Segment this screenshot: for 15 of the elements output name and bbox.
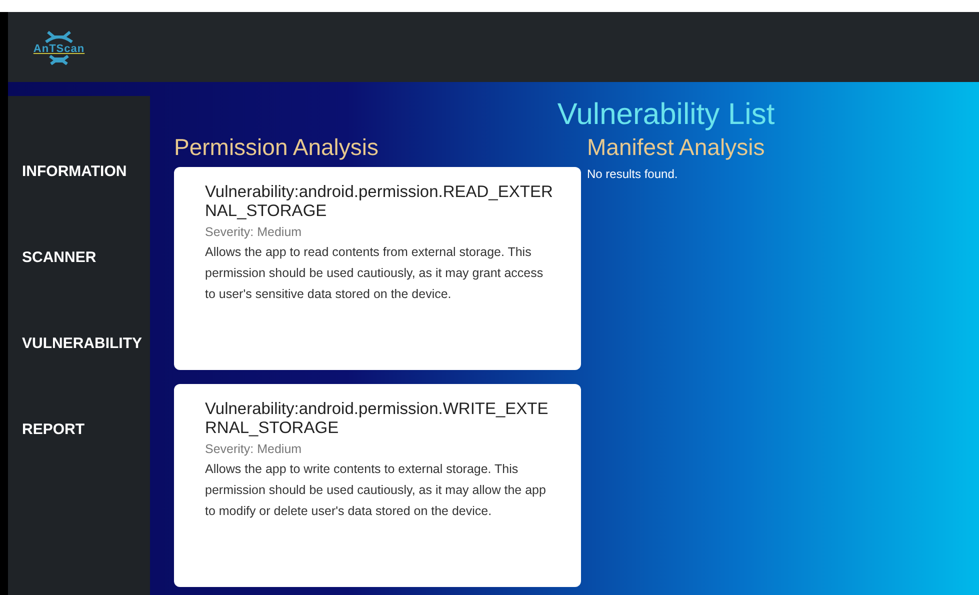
sidebar-item[interactable]: VULNERABILITY bbox=[8, 301, 142, 387]
section-heading: Manifest Analysis bbox=[587, 134, 765, 161]
section-heading: Permission Analysis bbox=[174, 134, 380, 161]
empty-message: No results found. bbox=[587, 167, 679, 181]
vulnerability-description: Allows the app to read contents from external storage. This permission should be used cautiously, as it may grant access to user's sensitive data stored on the device. bbox=[205, 244, 544, 303]
sidebar-item[interactable]: INFORMATION bbox=[8, 129, 127, 215]
severity-label: Severity: Medium bbox=[205, 442, 303, 456]
sidebar-item[interactable]: REPORT bbox=[8, 387, 85, 473]
vulnerability-description: Allows the app to write contents to external storage. This permission should be used cautiously, as it may allow the app to modify or delete user's data stored on the device. bbox=[205, 461, 547, 520]
vulnerability-name: Vulnerability:android.permission.READ_EXTERNAL_STORAGE bbox=[205, 183, 554, 221]
logo-text: AnTScan bbox=[33, 42, 85, 54]
sidebar-item[interactable]: SCANNER bbox=[8, 215, 96, 301]
vulnerability-name: Vulnerability:android.permission.WRITE_EXTERNAL_STORAGE bbox=[205, 400, 550, 438]
severity-label: Severity: Medium bbox=[205, 225, 303, 239]
page-title: Vulnerability List bbox=[556, 98, 776, 132]
